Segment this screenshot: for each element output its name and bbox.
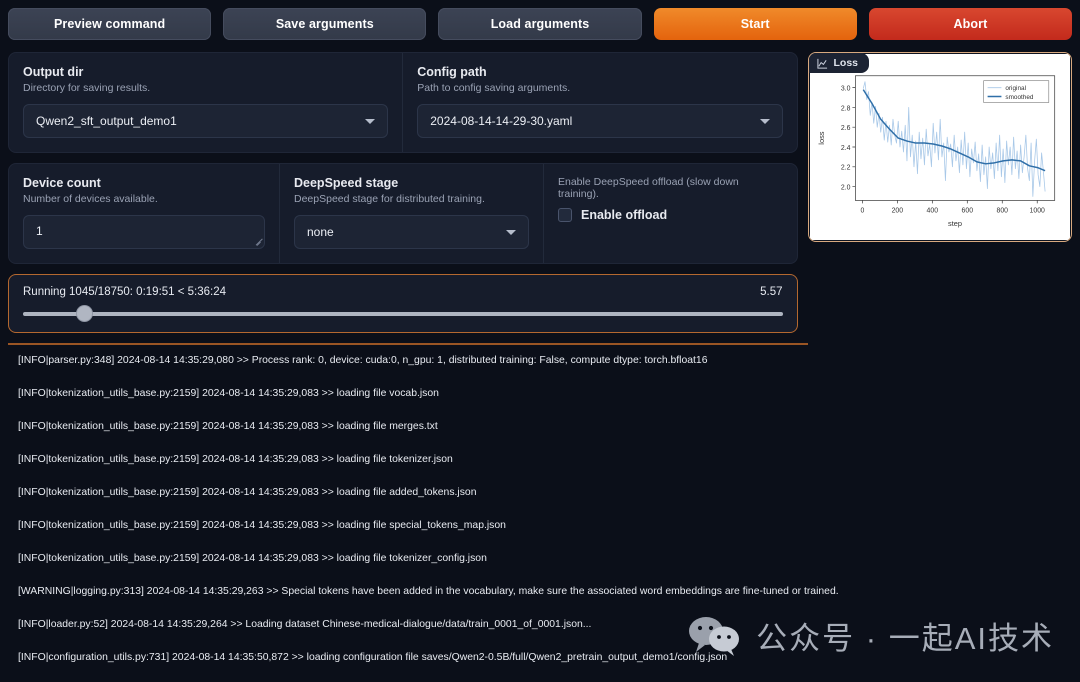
preview-command-button[interactable]: Preview command: [8, 8, 212, 40]
offload-field: Enable DeepSpeed offload (slow down trai…: [543, 164, 797, 263]
svg-text:2.2: 2.2: [840, 165, 850, 172]
abort-button[interactable]: Abort: [868, 8, 1073, 40]
log-line: [INFO|tokenization_utils_base.py:2159] 2…: [18, 487, 477, 499]
loss-plot-svg: 2.0 2.2 2.4 2.6 2.8 3.0 0 200 400 600 800 1000 step l…: [809, 54, 1070, 240]
device-count-value: 1: [36, 224, 43, 238]
paths-panel: Output dir Directory for saving results.…: [8, 52, 798, 153]
paths-row: Output dir Directory for saving results.…: [9, 53, 797, 152]
progress-status-text: Running 1045/18750: 0:19:51 < 5:36:24: [23, 286, 227, 298]
progress-value: 5.57: [760, 286, 783, 298]
chevron-down-icon[interactable]: [365, 118, 376, 124]
svg-text:0: 0: [860, 207, 864, 214]
chevron-down-icon[interactable]: [506, 229, 516, 235]
output-dir-hint: Directory for saving results.: [23, 82, 151, 94]
log-line: [INFO|tokenization_utils_base.py:2159] 2…: [18, 454, 453, 466]
chevron-down-icon[interactable]: [759, 118, 770, 124]
start-button[interactable]: Start: [653, 8, 857, 40]
svg-text:2.6: 2.6: [840, 125, 850, 132]
svg-text:3.0: 3.0: [840, 86, 850, 93]
slider-handle[interactable]: [77, 306, 93, 321]
checkbox-box-icon[interactable]: [558, 208, 572, 222]
config-path-hint: Path to config saving arguments.: [417, 82, 571, 94]
device-count-label: Device count: [23, 176, 101, 190]
tab-loss-label: Loss: [833, 57, 859, 69]
svg-text:800: 800: [996, 207, 1008, 214]
log-line: [WARNING|logging.py:313] 2024-08-14 14:3…: [18, 586, 839, 598]
progress-panel: Running 1045/18750: 0:19:51 < 5:36:24 5.…: [8, 274, 798, 333]
log-line: [INFO|tokenization_utils_base.py:2159] 2…: [18, 388, 439, 400]
device-count-field: Device count Number of devices available…: [9, 164, 279, 263]
svg-text:2.4: 2.4: [840, 145, 850, 152]
progress-header: Running 1045/18750: 0:19:51 < 5:36:24 5.…: [23, 286, 783, 298]
save-arguments-button[interactable]: Save arguments: [223, 8, 427, 40]
enable-offload-checkbox[interactable]: Enable offload: [558, 208, 783, 222]
output-dir-value: Qwen2_sft_output_demo1: [36, 114, 177, 128]
progress-slider[interactable]: [23, 306, 783, 321]
chart-icon: [816, 58, 828, 69]
resize-handle-icon[interactable]: [252, 237, 263, 246]
log-line: [INFO|parser.py:348] 2024-08-14 14:35:29…: [18, 355, 708, 366]
enable-offload-label: Enable offload: [581, 208, 668, 222]
config-path-label: Config path: [417, 65, 487, 79]
svg-text:2.0: 2.0: [840, 185, 850, 192]
config-path-field: Config path Path to config saving argume…: [402, 53, 796, 152]
log-line: [INFO|tokenization_utils_base.py:2159] 2…: [18, 520, 506, 532]
log-output[interactable]: [INFO|parser.py:348] 2024-08-14 14:35:29…: [8, 345, 1080, 682]
offload-hint: Enable DeepSpeed offload (slow down trai…: [558, 176, 739, 200]
device-count-input[interactable]: 1: [23, 215, 265, 249]
svg-text:2.8: 2.8: [840, 105, 850, 112]
tab-loss[interactable]: Loss: [808, 53, 870, 73]
loss-chart-card: Loss 2.0 2.2 2.4 2.6 2.8 3.0 0 200 400 600 800 1000…: [807, 52, 1072, 242]
svg-text:smoothed: smoothed: [1005, 94, 1034, 101]
load-arguments-button[interactable]: Load arguments: [438, 8, 642, 40]
log-line: [INFO|configuration_utils.py:731] 2024-0…: [18, 652, 728, 664]
log-line: [INFO|tokenization_utils_base.py:2159] 2…: [18, 553, 487, 565]
svg-text:1000: 1000: [1029, 207, 1045, 214]
training-app-window: Preview command Save arguments Load argu…: [0, 0, 1080, 682]
svg-text:original: original: [1005, 85, 1026, 92]
loss-plot: 2.0 2.2 2.4 2.6 2.8 3.0 0 200 400 600 800 1000 step l…: [809, 54, 1070, 240]
distributed-row: Device count Number of devices available…: [9, 164, 797, 263]
svg-text:200: 200: [891, 207, 903, 214]
svg-text:loss: loss: [816, 131, 825, 144]
device-count-hint: Number of devices available.: [23, 193, 158, 205]
svg-text:600: 600: [961, 207, 973, 214]
deepspeed-stage-label: DeepSpeed stage: [294, 176, 399, 190]
deepspeed-stage-field: DeepSpeed stage DeepSpeed stage for dist…: [279, 164, 543, 263]
output-dir-input[interactable]: Qwen2_sft_output_demo1: [23, 104, 389, 138]
loss-chart-column: Loss 2.0 2.2 2.4 2.6 2.8 3.0 0 200 400 600 800 1000…: [807, 52, 1072, 242]
deepspeed-stage-value: none: [307, 225, 334, 239]
deepspeed-stage-select[interactable]: none: [294, 215, 529, 249]
config-path-value: 2024-08-14-14-29-30.yaml: [430, 114, 573, 128]
settings-column: Output dir Directory for saving results.…: [8, 52, 798, 333]
distributed-panel: Device count Number of devices available…: [8, 163, 798, 264]
svg-text:400: 400: [926, 207, 938, 214]
log-line: [INFO|loader.py:52] 2024-08-14 14:35:29,…: [18, 619, 592, 631]
output-dir-field: Output dir Directory for saving results.…: [9, 53, 402, 152]
action-toolbar: Preview command Save arguments Load argu…: [8, 8, 1073, 40]
main-content: Output dir Directory for saving results.…: [8, 52, 1072, 333]
log-lines-container: [INFO|parser.py:348] 2024-08-14 14:35:29…: [18, 354, 1078, 665]
output-dir-label: Output dir: [23, 65, 84, 79]
deepspeed-stage-hint: DeepSpeed stage for distributed training…: [294, 193, 485, 205]
log-line: [INFO|tokenization_utils_base.py:2159] 2…: [18, 421, 438, 433]
svg-text:step: step: [948, 219, 962, 228]
config-path-input[interactable]: 2024-08-14-14-29-30.yaml: [417, 104, 783, 138]
